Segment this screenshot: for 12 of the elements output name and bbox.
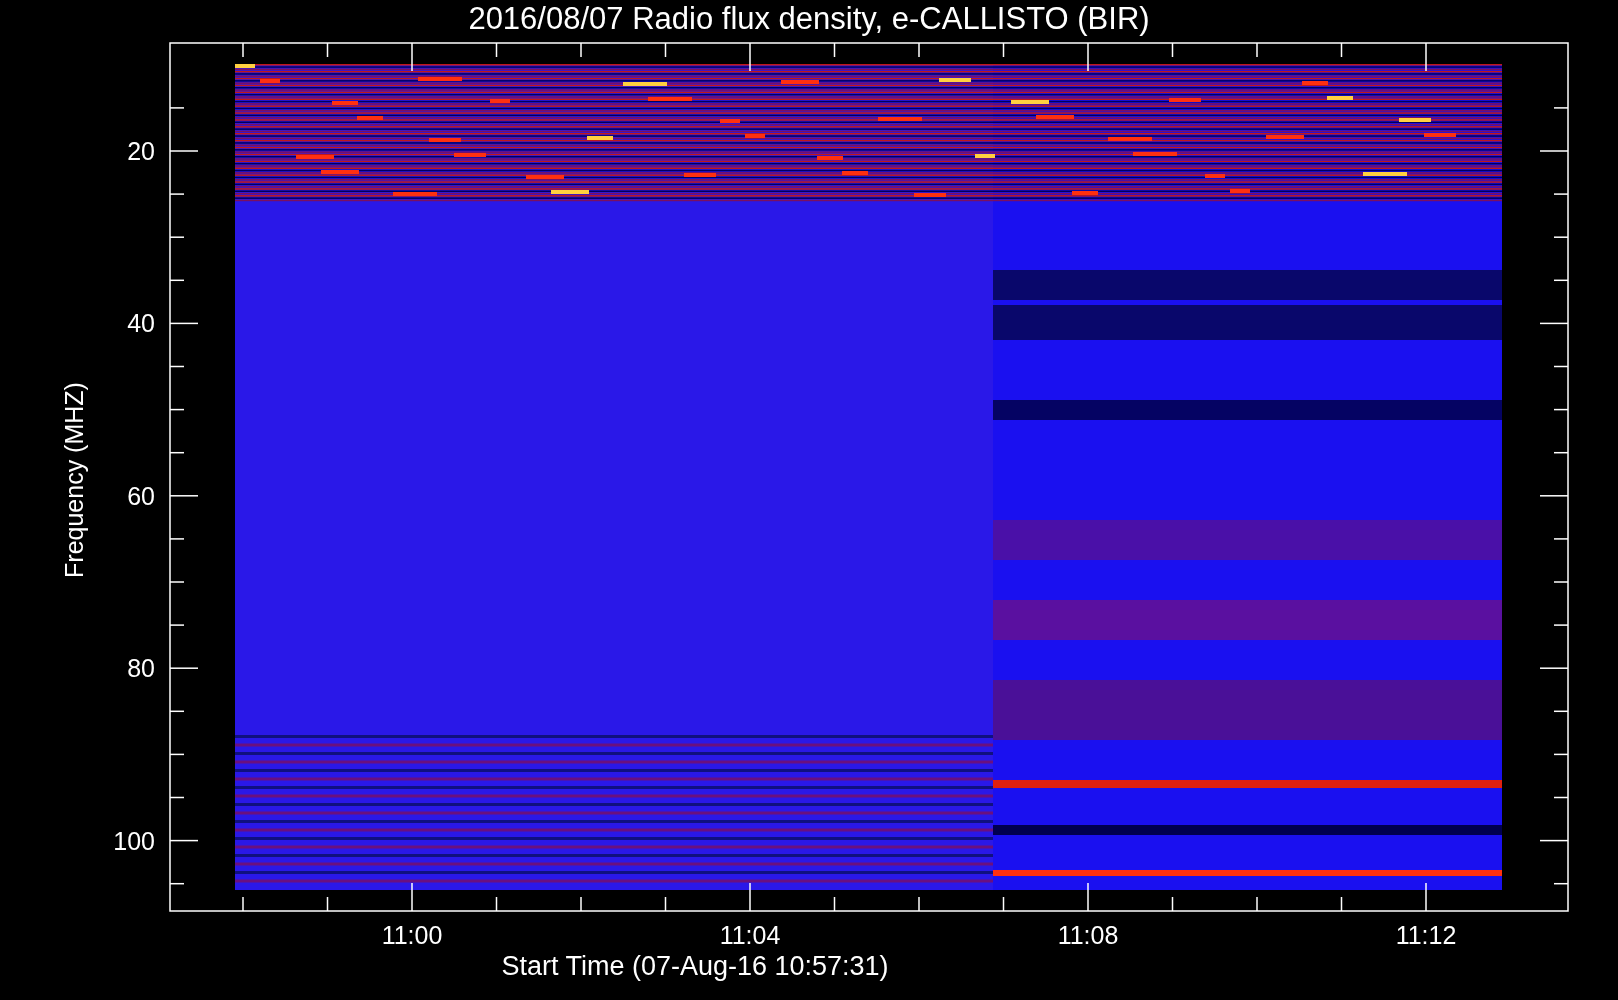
y-tick-label: 20 — [127, 137, 155, 165]
y-tick-label: 40 — [127, 309, 155, 338]
y-axis-label: Frequency (MHZ) — [60, 382, 88, 578]
x-tick-label: 11:04 — [719, 921, 781, 949]
x-tick-label: 11:08 — [1057, 921, 1119, 949]
y-tick-label: 100 — [113, 826, 155, 855]
y-tick-label: 80 — [127, 654, 155, 683]
chart-title: 2016/08/07 Radio flux density, e-CALLISTO (BIR) — [468, 1, 1150, 36]
y-tick-label: 60 — [127, 481, 155, 510]
x-axis-label: Start Time (07-Aug-16 10:57:31) — [501, 951, 889, 981]
x-tick-label: 11:12 — [1395, 921, 1457, 949]
x-tick-label: 11:00 — [381, 921, 443, 949]
